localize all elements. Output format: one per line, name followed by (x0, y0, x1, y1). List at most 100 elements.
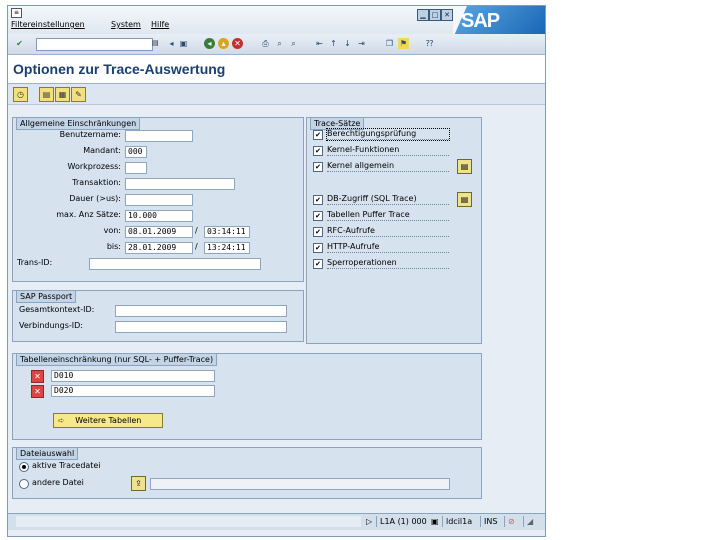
exit-icon[interactable]: ▴ (218, 38, 229, 49)
duration-input[interactable] (125, 194, 193, 206)
next-page-icon[interactable]: ↓ (342, 38, 353, 49)
find-next-icon[interactable]: ⌕ (288, 38, 299, 49)
kernel-functions-label: Kernel-Funktionen (327, 145, 449, 156)
to-time-input[interactable]: 13:24:11 (204, 242, 250, 254)
workprocess-label: Workprozess: (67, 162, 122, 171)
db-access-label: DB-Zugriff (SQL Trace) (327, 194, 449, 205)
minimize-icon[interactable]: ▁ (417, 9, 429, 21)
arrow-right-icon: ➪ (58, 416, 65, 425)
system-menu-icon[interactable]: ≡ (11, 8, 22, 18)
duration-label: Dauer (>us): (69, 194, 121, 203)
max-records-label: max. Anz Sätze: (56, 210, 121, 219)
command-field[interactable] (36, 38, 153, 51)
rfc-calls-checkbox[interactable]: ✔ (313, 227, 323, 237)
execute-icon[interactable]: ◷ (13, 87, 28, 102)
http-calls-checkbox[interactable]: ✔ (313, 243, 323, 253)
from-date-input[interactable]: 08.01.2009 (125, 226, 193, 238)
system-info: L1A (1) 000 (376, 516, 427, 527)
table-restriction-group: Tabelleneinschränkung (nur SQL- + Puffer… (12, 353, 482, 440)
sap-passport-group: SAP Passport Gesamtkontext-ID: Verbindun… (12, 290, 304, 342)
active-file-label: aktive Tracedatei (32, 461, 101, 470)
menu-system[interactable]: System (111, 20, 141, 29)
user-input[interactable] (125, 130, 193, 142)
file-selection-group: Dateiauswahl aktive Tracedatei andere Da… (12, 447, 482, 499)
variant-icon[interactable]: ▤ (39, 87, 54, 102)
file-selection-title: Dateiauswahl (16, 447, 79, 460)
connection-id-label: Verbindungs-ID: (19, 321, 83, 330)
max-records-input[interactable]: 10.000 (125, 210, 193, 222)
general-restrictions-group: Allgemeine Einschränkungen Benutzername:… (12, 117, 304, 282)
more-tables-label: Weitere Tabellen (75, 416, 142, 425)
kernel-general-details-icon[interactable]: ▤ (457, 159, 472, 174)
db-access-checkbox[interactable]: ✔ (313, 195, 323, 205)
more-tables-button[interactable]: ➪ Weitere Tabellen (53, 413, 163, 428)
table-restriction-title: Tabelleneinschränkung (nur SQL- + Puffer… (16, 353, 218, 366)
kernel-functions-checkbox[interactable]: ✔ (313, 146, 323, 156)
save-icon[interactable]: ▣ (178, 38, 189, 49)
shortcut-icon[interactable]: ⚑ (398, 38, 409, 49)
previous-page-icon[interactable]: ↑ (328, 38, 339, 49)
to-date-input[interactable]: 28.01.2009 (125, 242, 193, 254)
variant-settings-icon[interactable]: ✎ (71, 87, 86, 102)
to-separator: / (195, 242, 198, 251)
cancel-icon[interactable]: ✕ (232, 38, 243, 49)
connection-id-input[interactable] (115, 321, 287, 333)
last-page-icon[interactable]: ⇥ (356, 38, 367, 49)
delete-row-icon[interactable]: ✕ (31, 385, 44, 398)
command-history-icon[interactable]: ▤ (152, 38, 161, 49)
expand-status-icon[interactable]: ▷ (363, 516, 372, 527)
save-variant-icon[interactable]: ▦ (55, 87, 70, 102)
client-label: Mandant: (83, 146, 121, 155)
transid-input[interactable] (89, 258, 261, 270)
authorization-check-checkbox[interactable]: ✔ (313, 130, 323, 140)
lock-status-icon: ⊘ (504, 516, 515, 527)
other-file-radio[interactable] (19, 479, 29, 489)
application-toolbar: ◷ ▤ ▦ ✎ (8, 84, 545, 105)
general-restrictions-title: Allgemeine Einschränkungen (16, 117, 141, 130)
resize-grip-icon[interactable]: ◢ (523, 516, 533, 527)
other-file-label: andere Datei (32, 478, 84, 487)
transaction-label: Transaktion: (72, 178, 121, 187)
lock-operations-checkbox[interactable]: ✔ (313, 259, 323, 269)
to-label: bis: (106, 242, 121, 251)
back-icon[interactable]: ◂ (204, 38, 215, 49)
system-toolbar: ✔ ▤ ◂ ▣ ◂ ▴ ✕ ⎙ ⌕ ⌕ ⇤ ↑ ↓ ⇥ ❐ ⚑ ⁇ (8, 34, 545, 55)
context-id-input[interactable] (115, 305, 287, 317)
file-browse-icon[interactable]: ⇪ (131, 476, 146, 491)
table-buffer-checkbox[interactable]: ✔ (313, 211, 323, 221)
input-mode[interactable]: INS (480, 516, 497, 527)
trace-records-group: Trace-Sätze ✔ Berechtigungsprüfung ✔ Ker… (306, 117, 482, 344)
transid-label: Trans-ID: (17, 258, 53, 267)
kernel-general-checkbox[interactable]: ✔ (313, 162, 323, 172)
system-info-dropdown-icon[interactable]: ▣ (428, 516, 439, 527)
close-icon[interactable]: ✕ (441, 9, 453, 21)
title-bar: Optionen zur Trace-Auswertung (8, 55, 545, 84)
print-icon[interactable]: ⎙ (260, 38, 271, 49)
menu-filtereinstellungen[interactable]: Filtereinstellungen (11, 20, 85, 29)
menu-hilfe[interactable]: Hilfe (151, 20, 169, 29)
help-icon[interactable]: ⁇ (424, 38, 435, 49)
table-name-input[interactable]: D010 (51, 370, 215, 382)
lock-operations-label: Sperroperationen (327, 258, 449, 269)
workprocess-input[interactable] (125, 162, 147, 174)
table-name-input[interactable]: D020 (51, 385, 215, 397)
from-label: von: (103, 226, 121, 235)
from-separator: / (195, 226, 198, 235)
transaction-input[interactable] (125, 178, 235, 190)
enter-icon[interactable]: ✔ (14, 38, 25, 49)
status-message-area (16, 516, 361, 527)
client-input[interactable]: 000 (125, 146, 147, 158)
delete-row-icon[interactable]: ✕ (31, 370, 44, 383)
first-page-icon[interactable]: ⇤ (314, 38, 325, 49)
find-icon[interactable]: ⌕ (274, 38, 285, 49)
db-access-details-icon[interactable]: ▤ (457, 192, 472, 207)
active-file-radio[interactable] (19, 462, 29, 472)
create-session-icon[interactable]: ❐ (384, 38, 395, 49)
server-info: ldcil1a (442, 516, 472, 527)
page-title: Optionen zur Trace-Auswertung (13, 61, 226, 77)
file-path-input[interactable] (150, 478, 450, 490)
from-time-input[interactable]: 03:14:11 (204, 226, 250, 238)
maximize-icon[interactable]: □ (429, 9, 441, 21)
previous-icon[interactable]: ◂ (166, 38, 177, 49)
menu-bar: ≡ Filtereinstellungen System Hilfe ▁ □ ✕… (8, 6, 545, 38)
